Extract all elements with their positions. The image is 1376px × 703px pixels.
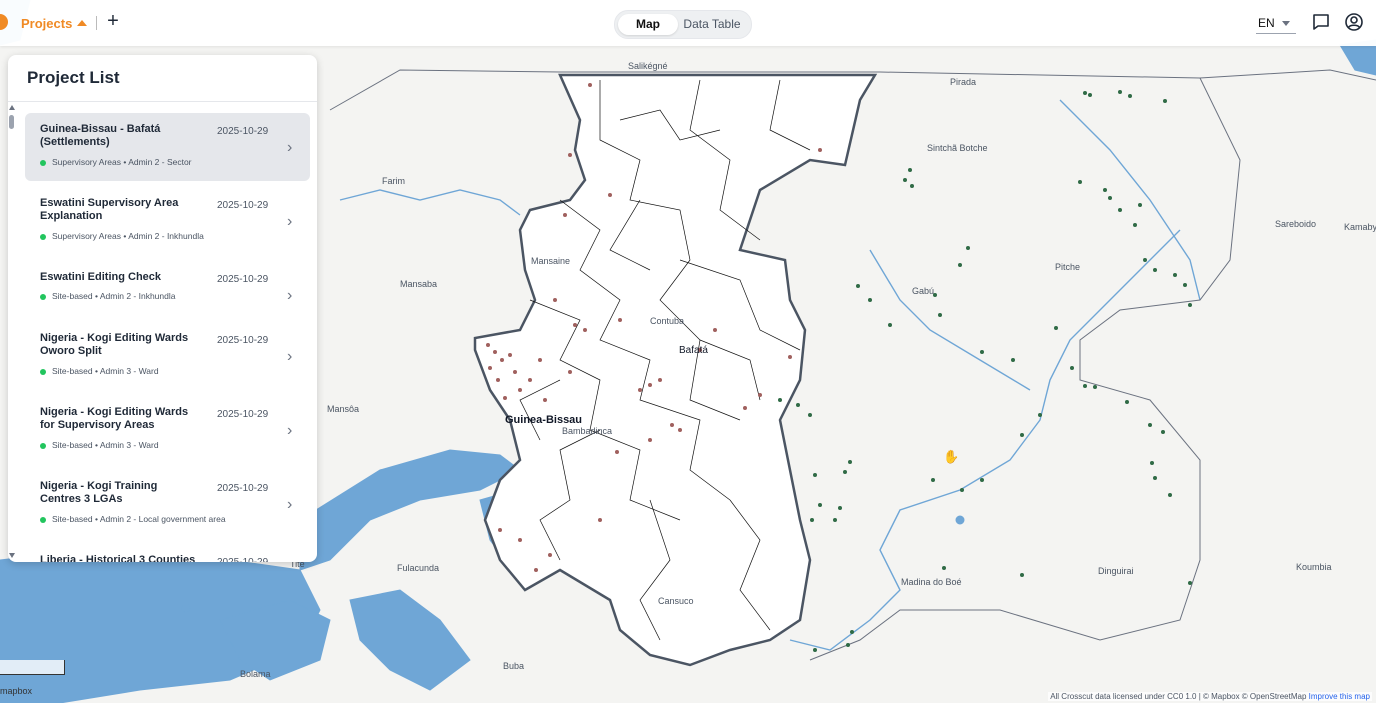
- project-item[interactable]: Nigeria - Kogi Training Centres 3 LGAs 2…: [25, 470, 310, 538]
- status-dot: [40, 443, 46, 449]
- status-dot: [40, 517, 46, 523]
- project-item[interactable]: Nigeria - Kogi Editing Wards Oworo Split…: [25, 322, 310, 390]
- data-table-view-button[interactable]: Data Table: [677, 14, 747, 35]
- chevron-down-icon[interactable]: [1282, 21, 1290, 26]
- project-date: 2025-10-29: [217, 335, 269, 346]
- app-logo[interactable]: [0, 14, 8, 30]
- caret-up-icon[interactable]: [77, 20, 87, 26]
- language-underline: [1256, 33, 1296, 34]
- map-attribution: All Crosscut data licensed under CC0 1.0…: [1048, 692, 1372, 701]
- project-subtitle: Site-based • Admin 2 - Inkhundla: [52, 291, 176, 301]
- project-item[interactable]: Liberia - Historical 3 Counties 2025-10-…: [25, 544, 310, 562]
- map-label: Sintchã Botche: [927, 143, 988, 153]
- map-label: Mansaine: [531, 256, 571, 266]
- project-subtitle: Supervisory Areas • Admin 2 - Sector: [52, 157, 192, 167]
- map-label: Sareboido: [1275, 219, 1317, 229]
- account-icon[interactable]: [1344, 12, 1364, 32]
- map-view-button[interactable]: Map: [618, 14, 678, 35]
- attribution-text: All Crosscut data licensed under CC0 1.0…: [1050, 692, 1307, 701]
- project-title: Nigeria - Kogi Editing Wards Oworo Split: [40, 332, 189, 357]
- project-date: 2025-10-29: [217, 409, 269, 420]
- feedback-icon[interactable]: [1311, 12, 1331, 32]
- map-label: Salikégné: [628, 61, 668, 71]
- language-select[interactable]: EN: [1258, 16, 1275, 30]
- panel-title: Project List: [27, 68, 120, 87]
- map-label: Pirada: [950, 77, 977, 87]
- map-label-country: Guinea-Bissau: [505, 414, 583, 426]
- map-label: Madina do Boé: [901, 577, 962, 587]
- project-subtitle: Site-based • Admin 3 - Ward: [52, 440, 159, 450]
- project-title: Eswatini Editing Check: [40, 271, 162, 283]
- project-list-panel: Project List Guinea-Bissau - Bafatá (Set…: [8, 55, 317, 562]
- improve-map-link[interactable]: Improve this map: [1309, 692, 1370, 701]
- hand-cursor-icon: ✋: [943, 449, 960, 464]
- divider: [8, 101, 317, 102]
- chevron-right-icon: ›: [287, 213, 293, 230]
- project-date: 2025-10-29: [217, 274, 269, 285]
- map-label: Gabú: [912, 286, 935, 296]
- scroll-down-icon[interactable]: [9, 553, 15, 558]
- project-title: Liberia - Historical 3 Counties: [40, 554, 196, 562]
- map-label: Mansôa: [327, 404, 360, 414]
- status-dot: [40, 369, 46, 375]
- project-item[interactable]: Eswatini Supervisory Area Explanation 20…: [25, 187, 310, 255]
- map-label: Pitche: [1055, 262, 1081, 272]
- project-subtitle: Site-based • Admin 2 - Local government …: [52, 514, 226, 524]
- map-label: Bafatá: [679, 345, 708, 356]
- scrollbar[interactable]: [8, 105, 16, 560]
- chevron-right-icon: ›: [287, 139, 293, 156]
- status-dot: [40, 160, 46, 166]
- project-title: Guinea-Bissau - Bafatá (Settlements): [40, 123, 161, 148]
- project-date: 2025-10-29: [217, 483, 269, 494]
- status-dot: [40, 294, 46, 300]
- project-date: 2025-10-29: [217, 126, 269, 137]
- chevron-right-icon: ›: [287, 496, 293, 513]
- map-label: Bolama: [240, 669, 271, 679]
- project-date: 2025-10-29: [217, 200, 269, 211]
- top-bar: Projects + Map Data Table EN: [0, 0, 1376, 46]
- map-label: Fulacunda: [397, 563, 440, 573]
- project-subtitle: Site-based • Admin 3 - Ward: [52, 366, 159, 376]
- mapbox-logo: mapbox: [0, 686, 33, 696]
- projects-menu-button[interactable]: Projects: [21, 16, 72, 31]
- project-title: Nigeria - Kogi Training Centres 3 LGAs: [40, 480, 158, 505]
- project-item[interactable]: Eswatini Editing Check 2025-10-29 › Site…: [25, 261, 310, 321]
- scroll-up-icon[interactable]: [9, 105, 15, 110]
- chevron-right-icon: ›: [287, 422, 293, 439]
- map-label: Kamaby: [1344, 222, 1376, 232]
- project-item[interactable]: Nigeria - Kogi Editing Wards for Supervi…: [25, 396, 310, 464]
- map-label: Cansuco: [658, 596, 694, 606]
- project-title: Eswatini Supervisory Area Explanation: [40, 197, 179, 222]
- view-toggle: Map Data Table: [614, 10, 752, 39]
- map-label: Farim: [382, 176, 405, 186]
- project-date: 2025-10-29: [217, 557, 268, 562]
- project-title: Nigeria - Kogi Editing Wards for Supervi…: [40, 406, 189, 431]
- status-dot: [40, 234, 46, 240]
- chevron-right-icon: ›: [287, 287, 293, 304]
- add-project-button[interactable]: +: [104, 10, 122, 32]
- project-subtitle: Supervisory Areas • Admin 2 - Inkhundla: [52, 231, 204, 241]
- map-label: Mansaba: [400, 279, 438, 289]
- scale-bar: [0, 660, 65, 675]
- map-label: Dinguirai: [1098, 566, 1134, 576]
- map-label: Buba: [503, 661, 525, 671]
- map-label: Contuba: [650, 316, 685, 326]
- chevron-right-icon: ›: [287, 348, 293, 365]
- divider: [96, 16, 97, 30]
- scroll-thumb[interactable]: [9, 115, 14, 129]
- project-item[interactable]: Guinea-Bissau - Bafatá (Settlements) 202…: [25, 113, 310, 181]
- map-label: Koumbia: [1296, 562, 1332, 572]
- map-label: Bambadinca: [562, 426, 613, 436]
